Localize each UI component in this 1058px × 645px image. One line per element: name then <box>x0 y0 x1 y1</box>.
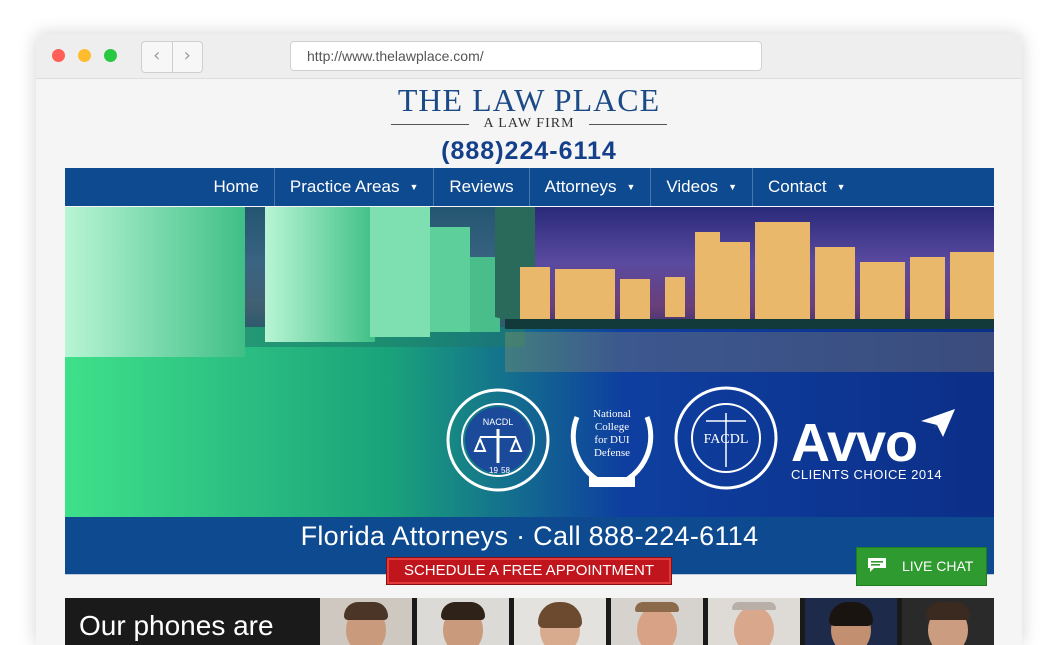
avvo-badge: Avvo CLIENTS CHOICE 2014 <box>791 409 955 482</box>
svg-text:19: 19 <box>489 466 498 475</box>
staff-strip: Our phones are <box>65 598 994 645</box>
bridge-pillar <box>65 207 245 357</box>
bridge-pillar <box>430 227 470 332</box>
svg-text:College: College <box>595 421 629 433</box>
svg-text:for DUI: for DUI <box>594 434 629 446</box>
nav-videos-label: Videos <box>666 177 719 196</box>
nav-reviews[interactable]: Reviews <box>434 168 530 206</box>
svg-text:58: 58 <box>501 466 510 475</box>
hero-image: NACDL 19 58 National College for DUI Def… <box>65 207 994 517</box>
logo-main-text: THE LAW PLACE <box>397 82 661 118</box>
staff-photo <box>417 598 509 645</box>
live-chat-label: LIVE CHAT <box>902 558 974 574</box>
avvo-caption: CLIENTS CHOICE 2014 <box>791 467 943 482</box>
svg-text:NACDL: NACDL <box>483 417 514 427</box>
live-chat-button[interactable]: LIVE CHAT <box>856 547 987 586</box>
nav-contact[interactable]: Contact ▼ <box>753 168 861 206</box>
caret-down-icon: ▼ <box>409 182 419 192</box>
staff-photo <box>902 598 994 645</box>
nav-practice-areas-label: Practice Areas <box>289 177 400 196</box>
nav-contact-label: Contact <box>767 177 827 196</box>
logo-sub-text: A LAW FIRM <box>391 117 667 131</box>
staff-photo <box>320 598 412 645</box>
svg-text:National: National <box>593 408 631 420</box>
nav-videos[interactable]: Videos ▼ <box>651 168 753 206</box>
ncdd-seal: National College for DUI Defense <box>570 408 654 488</box>
schedule-appointment-button[interactable]: SCHEDULE A FREE APPOINTMENT <box>387 558 671 584</box>
caret-down-icon: ▼ <box>728 182 737 192</box>
banner-headline[interactable]: Florida Attorneys · Call 888-224-6114 <box>65 521 994 552</box>
nav-home-label: Home <box>213 177 259 196</box>
city-skyline <box>520 222 994 322</box>
chevron-right-icon[interactable]: › <box>173 42 203 72</box>
minimize-window-button[interactable] <box>78 49 91 62</box>
svg-text:Defense: Defense <box>594 447 630 459</box>
bridge-pillar <box>370 207 430 337</box>
staff-strip-text: Our phones are <box>79 610 274 641</box>
nacdl-seal: NACDL 19 58 <box>446 388 550 492</box>
nav-home[interactable]: Home <box>199 168 275 206</box>
staff-photo <box>514 598 606 645</box>
history-nav: ‹ › <box>141 41 203 73</box>
address-bar[interactable]: http://www.thelawplace.com/ <box>290 41 762 71</box>
staff-photo <box>708 598 800 645</box>
chat-bubble-icon <box>868 558 886 572</box>
header-phone[interactable]: (888)224-6114 <box>36 137 1022 166</box>
caret-down-icon: ▼ <box>836 182 846 192</box>
site-logo[interactable]: THE LAW PLACE A LAW FIRM <box>36 83 1022 131</box>
main-nav: Home Practice Areas ▼ Reviews Attorneys ▼ … <box>65 168 994 206</box>
staff-photo <box>805 598 897 645</box>
facdl-seal: FACDL <box>674 386 778 490</box>
caret-down-icon: ▼ <box>626 182 636 192</box>
nav-attorneys-label: Attorneys <box>544 177 617 196</box>
bridge-pillar <box>265 207 375 342</box>
maximize-window-button[interactable] <box>104 49 117 62</box>
paper-plane-icon <box>921 409 955 437</box>
browser-titlebar: ‹ › http://www.thelawplace.com/ <box>36 34 1022 79</box>
chevron-left-icon[interactable]: ‹ <box>142 42 173 72</box>
close-window-button[interactable] <box>52 49 65 62</box>
nav-attorneys[interactable]: Attorneys ▼ <box>530 168 652 206</box>
nav-practice-areas[interactable]: Practice Areas ▼ <box>275 168 435 206</box>
staff-photo <box>611 598 703 645</box>
nav-reviews-label: Reviews <box>449 177 514 196</box>
